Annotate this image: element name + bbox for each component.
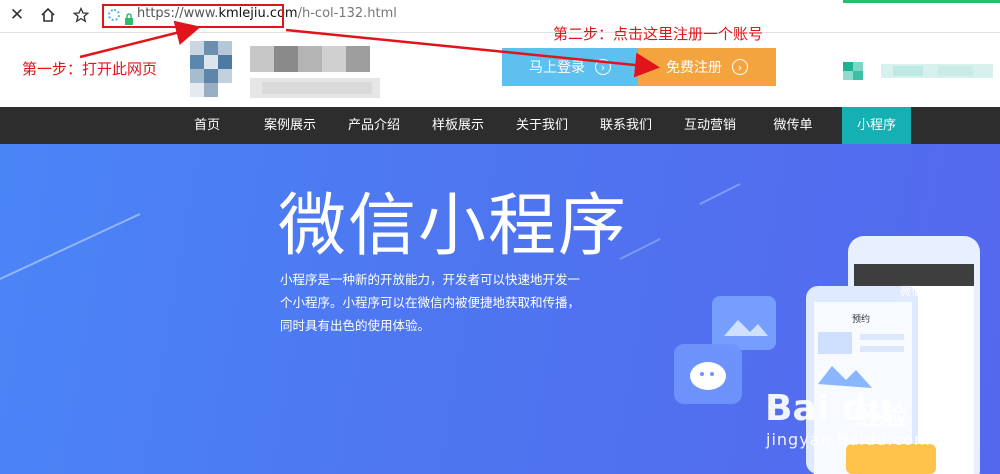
phone-header-label: 微信 xyxy=(900,285,922,298)
nav-item-miniprogram[interactable]: 小程序 xyxy=(842,107,911,144)
hero-desc-line: 同时具有出色的使用体验。 xyxy=(280,318,431,333)
nav-item-flyer[interactable]: 微传单 xyxy=(765,107,821,144)
main-nav: 首页 案例展示 产品介绍 样板展示 关于我们 联系我们 互动营销 微传单 小程序 xyxy=(0,107,1000,144)
hero-description: 小程序是一种新的开放能力，开发者可以快速地开发一 个小程序。小程序可以在微信内被… xyxy=(280,268,580,337)
hero-desc-line: 个小程序。小程序可以在微信内被便捷地获取和传播， xyxy=(280,295,581,310)
card-label: 预约 xyxy=(852,315,871,325)
nav-item-about[interactable]: 关于我们 xyxy=(510,107,574,144)
nav-item-contact[interactable]: 联系我们 xyxy=(594,107,658,144)
baidu-watermark-url: jingyan.baidu.com xyxy=(766,430,931,449)
nav-item-products[interactable]: 产品介绍 xyxy=(342,107,406,144)
baidu-watermark-text: 经验 xyxy=(855,402,908,432)
nav-item-home[interactable]: 首页 xyxy=(186,107,228,144)
nav-item-cases[interactable]: 案例展示 xyxy=(258,107,322,144)
hero-desc-line: 小程序是一种新的开放能力，开发者可以快速地开发一 xyxy=(280,272,581,287)
hero-title: 微信小程序 xyxy=(278,187,629,266)
annotation-arrows xyxy=(79,20,660,78)
contact-info-blurred xyxy=(843,62,993,80)
nav-item-samples[interactable]: 样板展示 xyxy=(426,107,490,144)
nav-item-marketing[interactable]: 互动营销 xyxy=(678,107,742,144)
